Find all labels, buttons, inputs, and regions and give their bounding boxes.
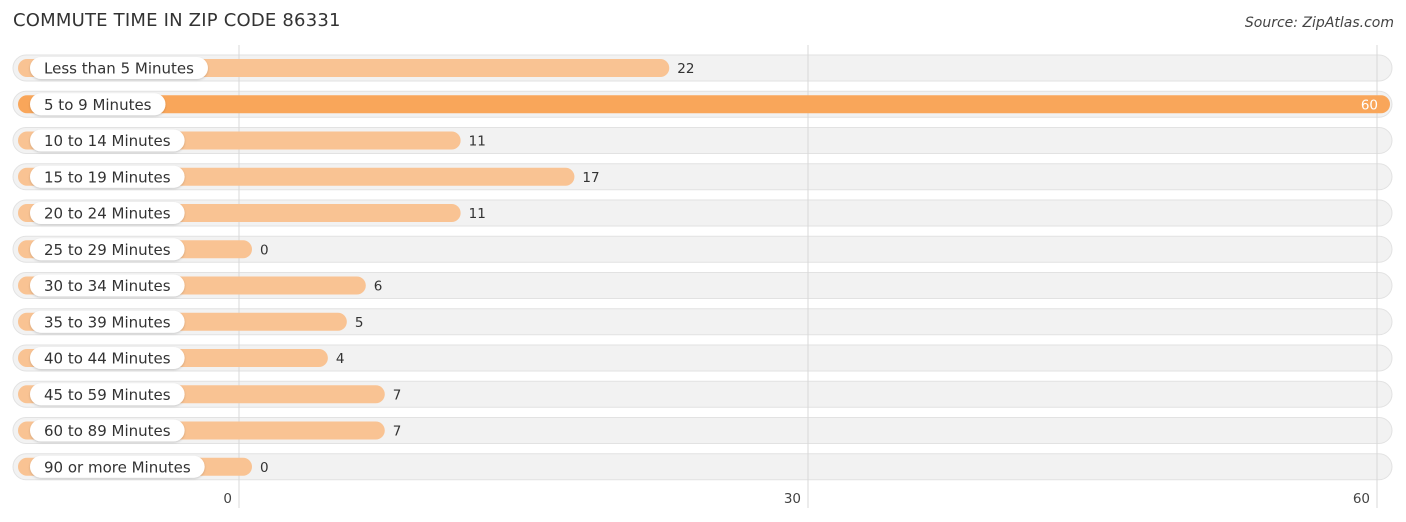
category-label: 40 to 44 Minutes: [44, 350, 171, 368]
category-label: 15 to 19 Minutes: [44, 168, 171, 186]
value-label: 4: [336, 351, 345, 367]
bar: [18, 95, 1390, 114]
value-label: 7: [393, 424, 402, 440]
bar-row: Less than 5 Minutes 22: [18, 57, 694, 79]
value-label: 0: [260, 460, 269, 476]
bar-chart: Less than 5 Minutes 225 to 9 Minutes 6010 …: [12, 45, 1393, 508]
category-label: 25 to 29 Minutes: [44, 241, 171, 259]
bar-row: 35 to 39 Minutes 5: [18, 310, 364, 333]
value-label: 11: [469, 206, 486, 222]
value-label: 11: [469, 134, 486, 150]
bar-row: 20 to 24 Minutes 11: [18, 202, 486, 224]
value-label: 22: [677, 61, 694, 77]
bar-row: 30 to 34 Minutes 6: [18, 274, 383, 297]
bar-row: 45 to 59 Minutes 7: [18, 383, 402, 406]
x-tick-label: 30: [784, 491, 801, 507]
value-label: 6: [374, 279, 383, 295]
category-label: 45 to 59 Minutes: [44, 386, 171, 404]
bar-row: 10 to 14 Minutes 11: [18, 129, 486, 152]
value-label: 7: [393, 387, 402, 403]
bar-row: 60 to 89 Minutes 7: [18, 419, 402, 442]
x-tick-label: 0: [223, 491, 232, 507]
x-tick-label: 60: [1353, 491, 1370, 507]
value-label: 5: [355, 315, 364, 331]
bar-row: 90 or more Minutes 0: [18, 455, 269, 478]
category-label: 10 to 14 Minutes: [44, 132, 171, 150]
category-label: 5 to 9 Minutes: [44, 96, 152, 114]
category-label: Less than 5 Minutes: [44, 60, 194, 78]
bar-row: 40 to 44 Minutes 4: [18, 347, 344, 369]
value-label: 60: [1361, 97, 1378, 113]
bar-row: 15 to 19 Minutes 17: [18, 165, 600, 188]
bar-row: 5 to 9 Minutes 60: [18, 93, 1390, 116]
bar-row: 25 to 29 Minutes 0: [18, 238, 269, 261]
value-label: 17: [582, 170, 599, 186]
category-label: 60 to 89 Minutes: [44, 422, 171, 440]
category-label: 30 to 34 Minutes: [44, 277, 171, 295]
category-label: 35 to 39 Minutes: [44, 313, 171, 331]
value-label: 0: [260, 242, 269, 258]
category-label: 20 to 24 Minutes: [44, 205, 171, 223]
category-label: 90 or more Minutes: [44, 458, 191, 476]
